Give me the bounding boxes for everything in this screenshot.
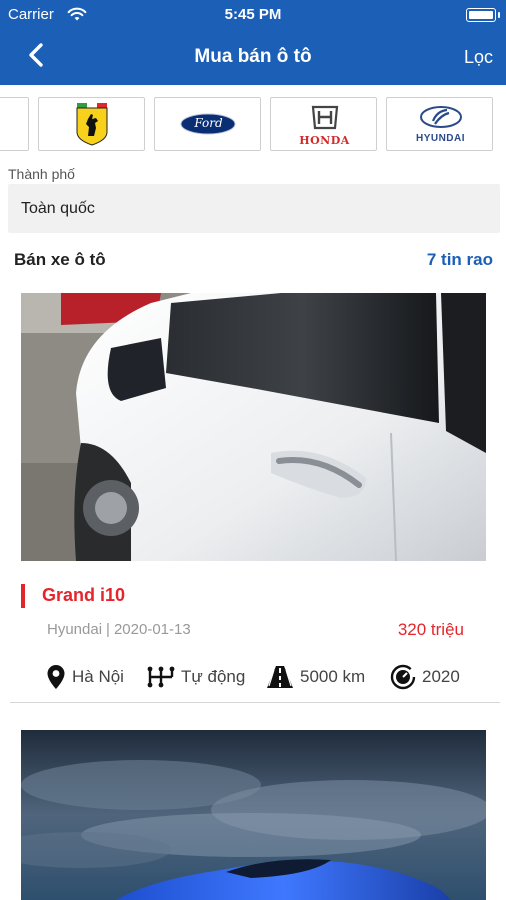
spec-mileage: 5000 km (266, 662, 365, 692)
gear-shift-icon (147, 666, 175, 688)
map-pin-icon (47, 665, 65, 689)
listing-card[interactable] (0, 705, 506, 900)
road-icon (267, 666, 293, 688)
spec-location: Hà Nội (46, 662, 124, 692)
listing-photo (21, 293, 486, 561)
listing-brand: Hyundai (47, 621, 103, 638)
title-accent-bar (21, 584, 25, 608)
listing-date: 2020-01-13 (113, 621, 191, 638)
spec-year-text: 2020 (422, 667, 460, 686)
spec-mileage-text: 5000 km (300, 667, 366, 686)
listing-meta: Hyundai | 2020-01-13 (47, 621, 191, 638)
spec-year: 2020 (390, 662, 460, 692)
spec-location-text: Hà Nội (72, 667, 124, 686)
meta-separator: | (106, 621, 110, 638)
blue-sports-car-storm-sky-photo (21, 730, 486, 900)
spec-transmission: Tự động (147, 662, 245, 692)
listing-specs: Hà Nội Tự động 5000 km 2020 (0, 662, 506, 694)
listing-divider (10, 702, 500, 703)
listing-card[interactable]: Grand i10 Hyundai | 2020-01-13 320 triệu H… (0, 0, 506, 705)
listing-title: Grand i10 (42, 585, 126, 605)
white-car-door-photo (21, 293, 486, 561)
spec-transmission-text: Tự động (181, 667, 246, 686)
speedometer-icon (390, 664, 416, 690)
listing-photo (21, 730, 486, 900)
listing-price: 320 triệu (397, 620, 464, 639)
